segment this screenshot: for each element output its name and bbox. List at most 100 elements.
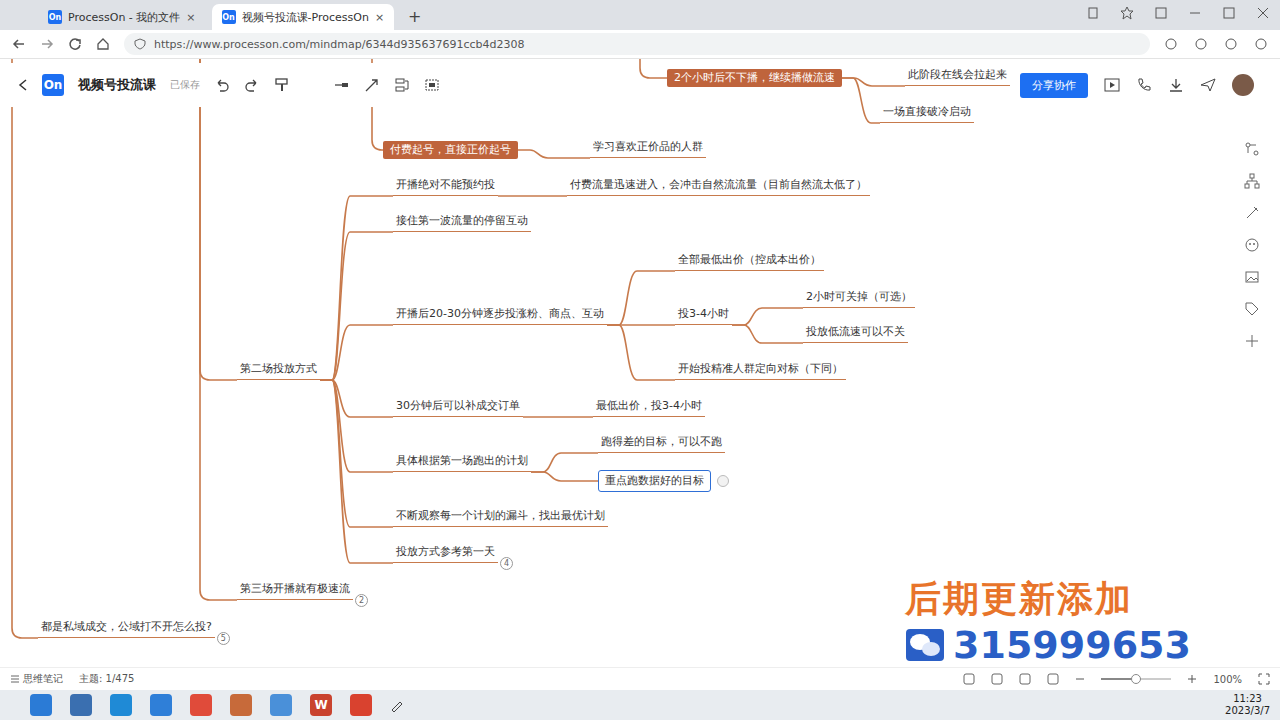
processon-app-icon[interactable] (270, 694, 292, 716)
mindmap-canvas[interactable]: 2个小时后不下播，继续播做流速 此阶段在线会拉起来一场直接破冷启动付费起号，直接正… (0, 59, 1280, 667)
emoji-icon[interactable] (1244, 237, 1260, 253)
zoom-value: 100% (1213, 674, 1242, 685)
status-bar: 思维笔记 主题: 1/475 100% (0, 667, 1280, 690)
mindmap-node[interactable]: 接住第一波流量的停留互动 (393, 214, 531, 232)
mindmap-node[interactable]: 具体根据第一场跑出的计划 (393, 454, 531, 472)
mindmap-node[interactable]: 都是私域成交，公域打不开怎么投? (38, 620, 215, 638)
wps-icon[interactable]: W (310, 694, 332, 716)
theme-icon[interactable] (1244, 205, 1260, 221)
browser-tab[interactable]: On视频号投流课-ProcessOn× (212, 4, 395, 30)
star-icon[interactable] (1120, 6, 1134, 20)
editor-toolbar: On视频号投流课已保存 (0, 63, 454, 107)
chrome-icon[interactable] (190, 694, 212, 716)
browser-icon[interactable] (150, 694, 172, 716)
url-field[interactable]: https://www.processon.com/mindmap/6344d9… (124, 33, 1150, 55)
collapse-badge[interactable]: 2 (355, 594, 368, 607)
maximize-icon[interactable] (1222, 6, 1236, 20)
mindmap-node[interactable]: 投放低流速可以不关 (803, 325, 908, 343)
mindmap-node[interactable]: 2个小时后不下播，继续播做流速 (667, 69, 842, 87)
favicon: On (222, 10, 236, 24)
back-arrow-icon[interactable] (18, 78, 28, 92)
mindmap-node[interactable]: 重点跑数据好的目标 (598, 470, 711, 492)
notes-toggle[interactable]: 思维笔记 (10, 672, 63, 686)
fit-icon[interactable] (991, 673, 1003, 685)
zoom-out-icon[interactable] (1075, 674, 1085, 684)
document-title[interactable]: 视频号投流课 (78, 76, 156, 94)
redo-icon[interactable] (244, 77, 260, 93)
mindmap-node[interactable]: 付费流量迅速进入，会冲击自然流流量（目前自然流太低了） (567, 178, 870, 196)
minimize-icon[interactable] (1188, 6, 1202, 20)
map-icon[interactable] (1047, 673, 1059, 685)
mindmap-node[interactable]: 投放方式参考第一天 (393, 545, 498, 563)
close-icon[interactable] (1256, 6, 1270, 20)
clock[interactable]: 11:232023/3/7 (1225, 693, 1270, 717)
tab-close[interactable]: × (375, 11, 384, 24)
add-child-button[interactable] (717, 475, 729, 487)
tab-close[interactable]: × (186, 11, 195, 24)
send-icon[interactable] (1200, 77, 1216, 93)
sub-topic-icon[interactable] (334, 77, 350, 93)
image-icon[interactable] (1244, 269, 1260, 285)
style-icon[interactable] (1244, 141, 1260, 157)
mindmap-node[interactable]: 学习喜欢正价品的人群 (590, 140, 706, 158)
watermark-contact: 315999653 (905, 623, 1191, 667)
extension-icon[interactable] (1164, 37, 1178, 51)
collapse-badge[interactable]: 4 (500, 557, 513, 570)
frame-icon[interactable] (424, 77, 440, 93)
structure-icon[interactable] (1244, 173, 1260, 189)
watermark-number: 315999653 (953, 623, 1191, 667)
menu-icon[interactable] (1254, 37, 1268, 51)
collapse-badge[interactable]: 5 (217, 632, 230, 645)
mindmap-node[interactable]: 开始投精准人群定向对标（下同） (675, 362, 846, 380)
processon-logo[interactable]: On (42, 74, 64, 96)
undo-icon[interactable] (214, 77, 230, 93)
outline-icon[interactable] (963, 673, 975, 685)
locate-icon[interactable] (1019, 673, 1031, 685)
mindmap-node[interactable]: 一场直接破冷启动 (880, 105, 974, 123)
reload-icon[interactable] (68, 37, 82, 51)
topic-count: 主题: 1/475 (79, 672, 134, 686)
file-explorer-icon[interactable] (30, 694, 52, 716)
save-app-icon[interactable] (70, 694, 92, 716)
summary-icon[interactable] (394, 77, 410, 93)
mindmap-node[interactable]: 30分钟后可以补成交订单 (393, 399, 523, 417)
app-icon[interactable] (230, 694, 252, 716)
window-icon[interactable] (1154, 6, 1168, 20)
fullscreen-icon[interactable] (1258, 673, 1270, 685)
phone-icon[interactable] (1136, 77, 1152, 93)
plus-icon[interactable] (1244, 333, 1260, 349)
mindmap-node[interactable]: 跑得差的目标，可以不跑 (598, 435, 725, 453)
format-painter-icon[interactable] (274, 77, 290, 93)
zoom-knob[interactable] (1131, 674, 1141, 684)
mindmap-node[interactable]: 第二场投放方式 (237, 362, 320, 380)
browser-tab[interactable]: OnProcessOn - 我的文件× (38, 4, 206, 30)
mindmap-node[interactable]: 投3-4小时 (675, 307, 732, 325)
user-avatar[interactable] (1232, 74, 1254, 96)
mindmap-node[interactable]: 开播后20-30分钟逐步投涨粉、商点、互动 (393, 307, 607, 325)
clipboard-icon[interactable] (1086, 6, 1100, 20)
play-icon[interactable] (1104, 77, 1120, 93)
zoom-in-icon[interactable] (1187, 674, 1197, 684)
edge-icon[interactable] (110, 694, 132, 716)
mindmap-node[interactable]: 开播绝对不能预约投 (393, 178, 498, 196)
mindmap-node[interactable]: 最低出价，投3-4小时 (593, 399, 705, 417)
undo-icon[interactable] (1224, 37, 1238, 51)
mindmap-node[interactable]: 不断观察每一个计划的漏斗，找出最优计划 (393, 509, 608, 527)
mindmap-node[interactable]: 付费起号，直接正价起号 (383, 141, 518, 159)
share-button[interactable]: 分享协作 (1020, 73, 1088, 98)
tag-icon[interactable] (1244, 301, 1260, 317)
pen-icon[interactable] (390, 698, 404, 712)
download-icon[interactable] (1168, 77, 1184, 93)
forward-icon[interactable] (40, 37, 54, 51)
mindmap-node[interactable]: 2小时可关掉（可选） (803, 290, 915, 308)
back-icon[interactable] (12, 37, 26, 51)
zoom-slider[interactable] (1101, 678, 1171, 680)
relation-icon[interactable] (364, 77, 380, 93)
mindmap-node[interactable]: 此阶段在线会拉起来 (905, 68, 1010, 86)
new-tab-button[interactable]: + (400, 7, 429, 30)
pdf-icon[interactable] (350, 694, 372, 716)
mindmap-node[interactable]: 全部最低出价（控成本出价） (675, 253, 824, 271)
favorites-icon[interactable] (1194, 37, 1208, 51)
home-icon[interactable] (96, 37, 110, 51)
mindmap-node[interactable]: 第三场开播就有极速流 (237, 582, 353, 600)
